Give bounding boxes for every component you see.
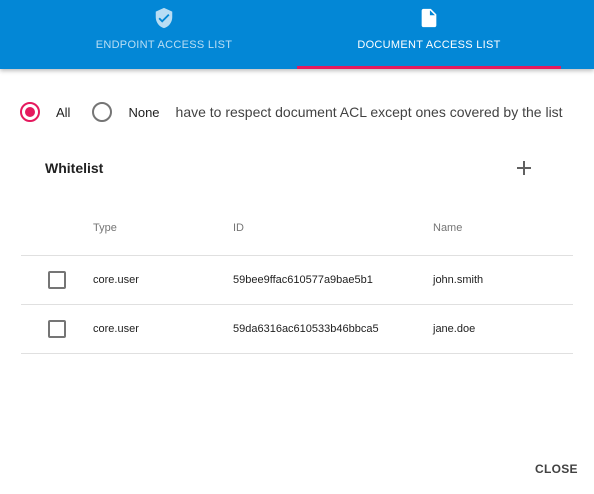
row-type: core.user <box>93 323 139 335</box>
tab-endpoint-access-list[interactable]: ENDPOINT ACCESS LIST <box>32 0 296 69</box>
radio-all-label[interactable]: All <box>56 105 70 120</box>
column-header-id: ID <box>233 222 244 234</box>
row-id: 59da6316ac610533b46bbca5 <box>233 323 379 335</box>
radio-none[interactable] <box>92 102 113 122</box>
column-header-type: Type <box>93 222 117 234</box>
acl-mode-row: All None have to respect document ACL ex… <box>20 100 563 124</box>
tab-bar: ENDPOINT ACCESS LIST DOCUMENT ACCESS LIS… <box>0 0 594 69</box>
row-checkbox[interactable] <box>48 271 66 289</box>
column-header-name: Name <box>433 222 463 234</box>
row-checkbox[interactable] <box>48 320 66 338</box>
table-row: core.user 59bee9ffac610577a9bae5b1 john.… <box>21 256 573 305</box>
row-id: 59bee9ffac610577a9bae5b1 <box>233 274 373 286</box>
active-tab-indicator <box>297 66 561 69</box>
table-header: Type ID Name <box>21 208 573 256</box>
row-name: john.smith <box>433 274 484 286</box>
radio-all[interactable] <box>20 102 40 122</box>
tab-document-access-list[interactable]: DOCUMENT ACCESS LIST <box>297 0 561 69</box>
row-name: jane.doe <box>433 323 476 335</box>
tab-endpoint-label: ENDPOINT ACCESS LIST <box>95 39 233 51</box>
shield-check-icon <box>155 7 173 29</box>
radio-none-label[interactable]: None <box>128 105 159 120</box>
whitelist-table: Type ID Name core.user 59bee9ffac610577a… <box>21 208 573 354</box>
plus-icon[interactable] <box>512 156 536 180</box>
mode-description: have to respect document ACL except ones… <box>175 104 563 120</box>
document-icon <box>421 8 437 28</box>
whitelist-title: Whitelist <box>45 160 104 176</box>
close-button[interactable]: CLOSE <box>527 460 586 478</box>
tab-document-label: DOCUMENT ACCESS LIST <box>357 39 501 51</box>
row-type: core.user <box>93 274 139 286</box>
table-row: core.user 59da6316ac610533b46bbca5 jane.… <box>21 305 573 354</box>
